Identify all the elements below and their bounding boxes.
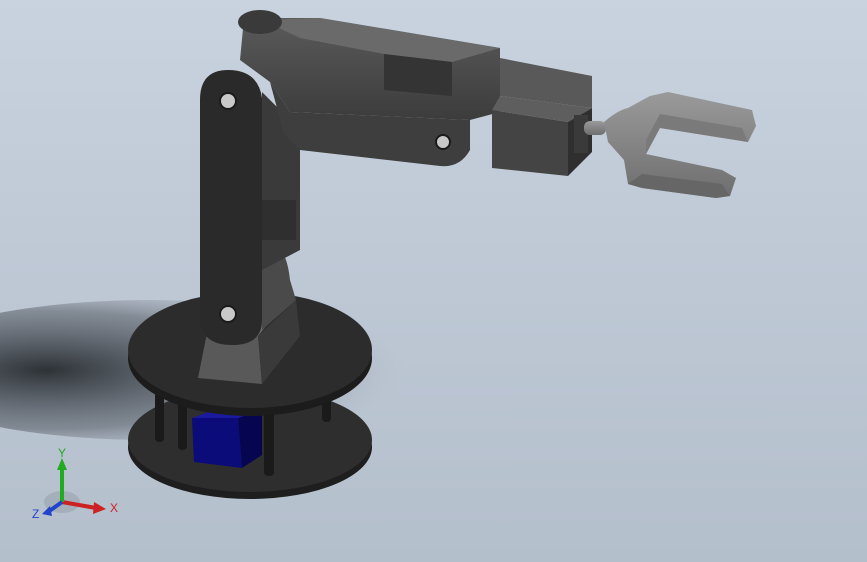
robot-arm-model[interactable] — [0, 0, 867, 562]
base-servo[interactable] — [192, 410, 262, 468]
upper-arm-pin-bottom — [219, 305, 237, 323]
wrist-servo[interactable] — [492, 58, 592, 176]
upper-arm-pin-top — [219, 92, 237, 110]
z-axis-label: Z — [32, 507, 39, 521]
forearm-pin — [435, 134, 451, 150]
y-axis-label: Y — [58, 446, 66, 460]
x-axis-label: X — [110, 501, 118, 515]
graphics-viewport[interactable]: X Y Z — [0, 0, 867, 562]
gripper[interactable] — [584, 92, 756, 198]
axis-triad[interactable]: X Y Z — [30, 444, 120, 534]
